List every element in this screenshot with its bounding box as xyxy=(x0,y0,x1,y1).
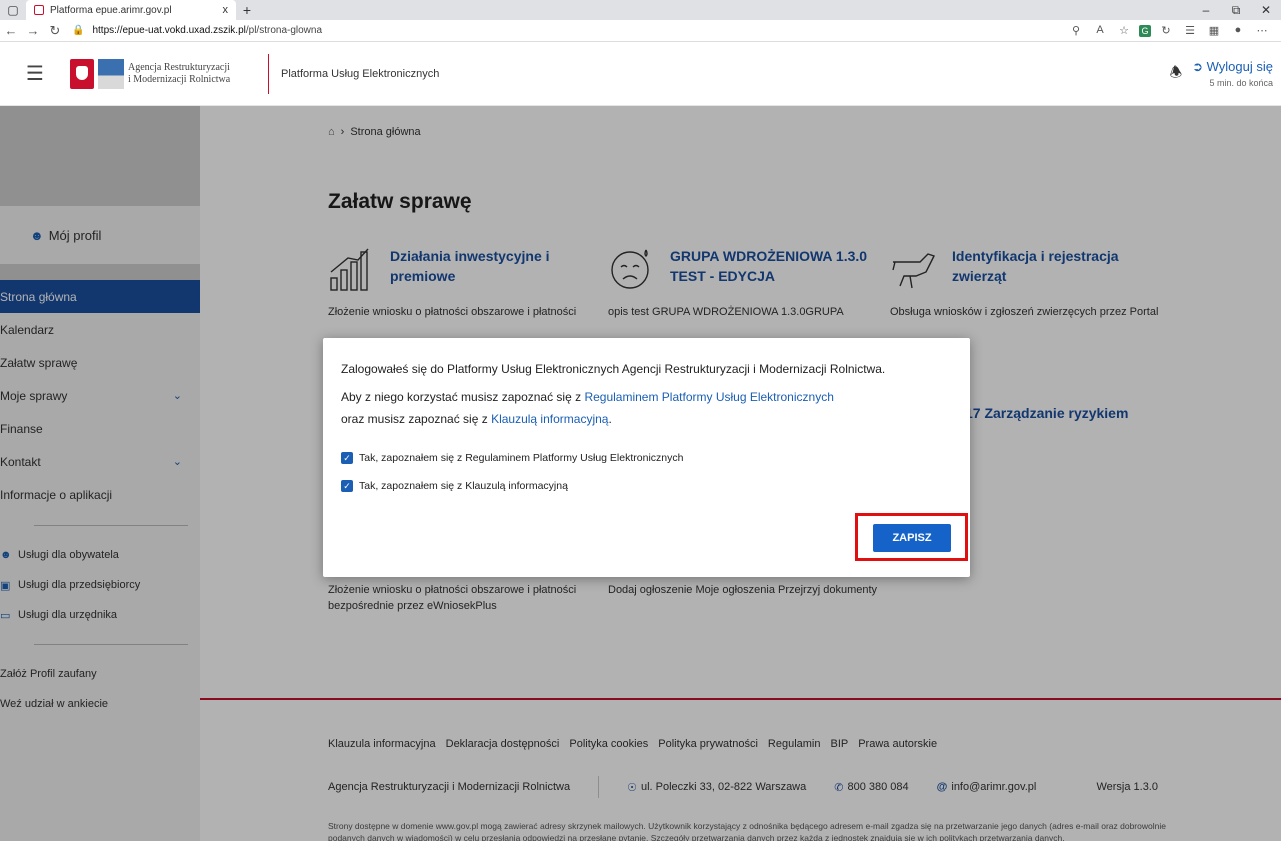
logout-button[interactable]: ➲ Wyloguj się 5 min. do końca xyxy=(1192,59,1273,88)
logo-line1: Agencja Restrukturyzacji xyxy=(128,61,230,73)
forward-icon[interactable]: → xyxy=(22,23,44,38)
menu-icon[interactable]: ☰ xyxy=(0,61,70,86)
url-host: https://epue-uat.vokd.uxad.zszik.pl xyxy=(92,25,246,36)
window-controls: – ⧉ ✕ xyxy=(1191,0,1281,20)
consent-modal: Zalogowałeś się do Platformy Usług Elekt… xyxy=(323,338,970,577)
profile-icon[interactable]: ● xyxy=(1229,24,1247,37)
favorite-star-icon[interactable]: ☆ xyxy=(1115,24,1133,37)
modal-text: . xyxy=(608,412,612,426)
checkbox-checked-icon[interactable]: ✓ xyxy=(341,480,353,492)
agency-logo[interactable]: Agencja Restrukturyzacji i Modernizacji … xyxy=(70,58,260,89)
url-field[interactable]: 🔒 https://epue-uat.vokd.uxad.zszik.pl/pl… xyxy=(72,25,1067,36)
checkbox-checked-icon[interactable]: ✓ xyxy=(341,452,353,464)
restore-icon[interactable]: ⧉ xyxy=(1221,0,1251,20)
modal-text: Aby z niego korzystać musisz zapoznać si… xyxy=(341,390,585,404)
collections-icon[interactable]: ▦ xyxy=(1205,24,1223,37)
favicon-icon xyxy=(34,5,44,15)
close-window-icon[interactable]: ✕ xyxy=(1251,0,1281,20)
modal-message: Zalogowałeś się do Platformy Usług Elekt… xyxy=(341,362,886,376)
new-tab-button[interactable]: + xyxy=(236,2,258,18)
browser-tab[interactable]: Platforma epue.arimr.gov.pl x xyxy=(26,0,236,20)
arimr-logo-icon xyxy=(98,58,124,89)
session-timer: 5 min. do końca xyxy=(1209,78,1273,88)
url-path: /pl/strona-glowna xyxy=(245,25,323,36)
logout-icon: ➲ xyxy=(1192,59,1207,74)
app-header: ☰ Agencja Restrukturyzacji i Modernizacj… xyxy=(0,42,1281,106)
clause-checkbox-row[interactable]: ✓ Tak, zapoznałem się z Klauzulą informa… xyxy=(341,480,568,492)
save-button-highlight: ZAPISZ xyxy=(855,513,968,561)
logo-line2: i Modernizacji Rolnictwa xyxy=(128,73,231,85)
eagle-emblem-icon xyxy=(70,58,94,89)
platform-name: Platforma Usług Elektronicznych xyxy=(281,67,440,80)
clause-link[interactable]: Klauzulą informacyjną xyxy=(491,412,608,426)
refresh-extension-icon[interactable]: ↻ xyxy=(1157,24,1175,37)
read-aloud-icon[interactable]: A xyxy=(1091,24,1109,37)
logout-label: Wyloguj się xyxy=(1206,59,1273,74)
checkbox-label: Tak, zapoznałem się z Klauzulą informacy… xyxy=(359,480,568,492)
browser-toolbar: ⚲ A ☆ G ↻ ☰ ▦ ● ⋯ xyxy=(1067,24,1281,37)
save-button[interactable]: ZAPISZ xyxy=(873,524,951,552)
browser-tab-bar: ▢ Platforma epue.arimr.gov.pl x + – ⧉ ✕ xyxy=(0,0,1281,20)
tab-close-icon[interactable]: x xyxy=(223,4,229,16)
lock-icon[interactable]: 🔒 xyxy=(72,25,84,36)
checkbox-label: Tak, zapoznałem się z Regulaminem Platfo… xyxy=(359,452,684,464)
modal-text: oraz musisz zapoznać się z xyxy=(341,412,492,426)
favorites-icon[interactable]: ☰ xyxy=(1181,24,1199,37)
header-divider xyxy=(268,53,269,94)
extension-icon[interactable]: G xyxy=(1139,25,1151,37)
tab-title: Platforma epue.arimr.gov.pl xyxy=(50,4,172,16)
refresh-icon[interactable]: ↻ xyxy=(44,23,66,39)
modal-clause-text: oraz musisz zapoznać się z Klauzulą info… xyxy=(341,412,612,426)
regulation-link[interactable]: Regulaminem Platformy Usług Elektroniczn… xyxy=(584,390,833,404)
tab-actions-icon[interactable]: ▢ xyxy=(0,0,26,20)
minimize-icon[interactable]: – xyxy=(1191,0,1221,20)
bell-icon[interactable]: 🕭 xyxy=(1170,62,1183,86)
back-icon[interactable]: ← xyxy=(0,23,22,38)
address-bar: ← → ↻ 🔒 https://epue-uat.vokd.uxad.zszik… xyxy=(0,20,1281,42)
logo-text: Agencja Restrukturyzacji i Modernizacji … xyxy=(128,62,230,86)
regulation-checkbox-row[interactable]: ✓ Tak, zapoznałem się z Regulaminem Plat… xyxy=(341,452,683,464)
key-icon[interactable]: ⚲ xyxy=(1067,24,1085,37)
more-icon[interactable]: ⋯ xyxy=(1253,24,1271,37)
modal-regulation-text: Aby z niego korzystać musisz zapoznać si… xyxy=(341,390,834,404)
